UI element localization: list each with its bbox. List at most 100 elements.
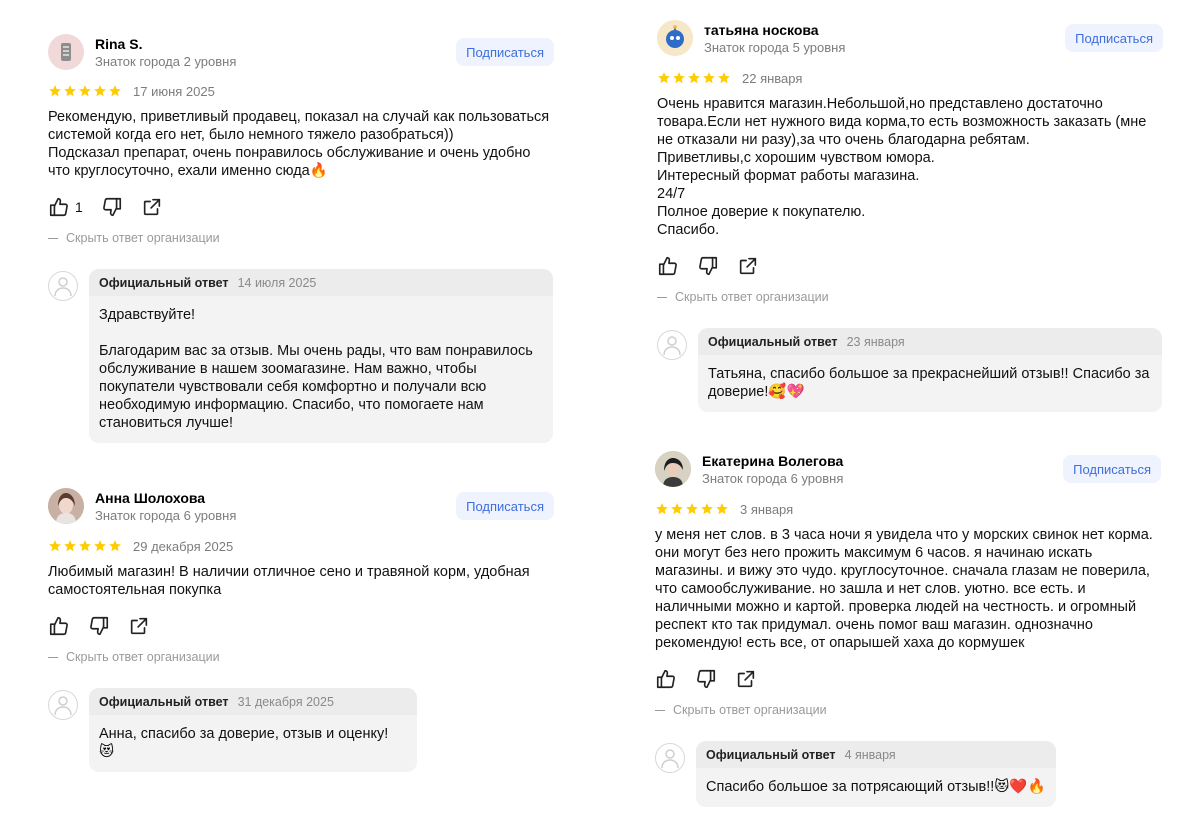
star-icon: [673, 72, 685, 84]
review-date: 22 января: [742, 70, 803, 86]
thumbs-down-icon: [102, 197, 121, 217]
review-date: 17 июня 2025: [133, 83, 215, 99]
official-reply-label: Официальный ответ: [706, 748, 836, 762]
star-icon: [716, 503, 728, 515]
dislike-button[interactable]: [695, 668, 717, 690]
rating-stars: [48, 539, 122, 553]
dislike-button[interactable]: [101, 196, 123, 218]
review-text: Очень нравится магазин.Небольшой,но пред…: [657, 96, 1147, 238]
share-button[interactable]: [141, 196, 163, 218]
like-button[interactable]: [657, 255, 679, 277]
official-reply-label: Официальный ответ: [99, 276, 229, 290]
share-button[interactable]: [735, 668, 757, 690]
star-icon: [703, 72, 715, 84]
review-date: 29 декабря 2025: [133, 538, 234, 554]
thumbs-up-icon: [658, 256, 677, 276]
hide-reply-link[interactable]: Скрыть ответ организации: [655, 703, 1161, 717]
share-icon: [130, 617, 148, 635]
thumbs-down-icon: [90, 616, 109, 636]
star-icon: [718, 72, 730, 84]
thumbs-down-icon: [697, 669, 716, 689]
author-name[interactable]: Анна Шолохова: [95, 489, 456, 507]
like-count: 1: [75, 199, 83, 215]
like-button[interactable]: [48, 615, 70, 637]
review-card: Rina S. Знаток города 2 уровня Подписать…: [48, 34, 554, 443]
star-icon: [49, 540, 61, 552]
avatar[interactable]: [48, 488, 84, 524]
thumbs-up-icon: [49, 616, 68, 636]
star-icon: [64, 85, 76, 97]
star-icon: [688, 72, 700, 84]
reply-date: 31 декабря 2025: [237, 695, 334, 709]
share-icon: [737, 670, 755, 688]
hide-reply-link[interactable]: Скрыть ответ организации: [48, 650, 554, 664]
star-icon: [79, 540, 91, 552]
author-level: Знаток города 6 уровня: [95, 507, 237, 523]
review-header: татьяна носкова Знаток города 5 уровня П…: [657, 20, 1163, 56]
star-icon: [701, 503, 713, 515]
review-text: Рекомендую, приветливый продавец, показа…: [48, 109, 550, 179]
reply-text: Анна, спасибо за доверие, отзыв и оценку…: [89, 715, 417, 772]
organization-avatar: [657, 330, 687, 360]
star-icon: [94, 540, 106, 552]
star-icon: [671, 503, 683, 515]
author-name[interactable]: Rina S.: [95, 35, 456, 53]
rating-stars: [48, 84, 122, 98]
review-card: Екатерина Волегова Знаток города 6 уровн…: [655, 451, 1161, 807]
star-icon: [658, 72, 670, 84]
official-reply: Официальный ответ 31 декабря 2025 Анна, с…: [48, 688, 554, 772]
reply-date: 23 января: [846, 335, 905, 349]
review-header: Анна Шолохова Знаток города 6 уровня Под…: [48, 488, 554, 524]
star-icon: [109, 540, 121, 552]
author-level: Знаток города 6 уровня: [702, 470, 844, 486]
organization-avatar: [48, 690, 78, 720]
review-text: у меня нет слов. в 3 часа ночи я увидела…: [655, 527, 1153, 651]
subscribe-button[interactable]: Подписаться: [456, 38, 554, 66]
avatar[interactable]: [48, 34, 84, 70]
like-button[interactable]: 1: [48, 196, 83, 218]
official-reply: Официальный ответ 14 июля 2025 Здравствуй…: [48, 269, 554, 443]
author-name[interactable]: татьяна носкова: [704, 21, 1065, 39]
official-reply: Официальный ответ 4 января Спасибо большо…: [655, 741, 1161, 807]
review-header: Rina S. Знаток города 2 уровня Подписать…: [48, 34, 554, 70]
review-card: Анна Шолохова Знаток города 6 уровня Под…: [48, 488, 554, 772]
share-icon: [143, 198, 160, 216]
author-level: Знаток города 2 уровня: [95, 53, 237, 69]
share-icon: [739, 257, 757, 275]
reply-text: Татьяна, спасибо большое за прекраснейши…: [698, 355, 1162, 412]
avatar[interactable]: [655, 451, 691, 487]
avatar[interactable]: [657, 20, 693, 56]
star-icon: [94, 85, 106, 97]
subscribe-button[interactable]: Подписаться: [1065, 24, 1163, 52]
star-icon: [656, 503, 668, 515]
reply-text: Спасибо большое за потрясающий отзыв!!😻❤…: [696, 768, 1056, 807]
official-reply: Официальный ответ 23 января Татьяна, спас…: [657, 328, 1163, 412]
share-button[interactable]: [128, 615, 150, 637]
author-name[interactable]: Екатерина Волегова: [702, 452, 1063, 470]
thumbs-up-icon: [49, 197, 68, 217]
rating-stars: [657, 71, 731, 85]
subscribe-button[interactable]: Подписаться: [1063, 455, 1161, 483]
review-header: Екатерина Волегова Знаток города 6 уровн…: [655, 451, 1161, 487]
star-icon: [79, 85, 91, 97]
dislike-button[interactable]: [88, 615, 110, 637]
review-card: татьяна носкова Знаток города 5 уровня П…: [657, 20, 1163, 412]
organization-avatar: [48, 271, 78, 301]
review-text: Любимый магазин! В наличии отличное сено…: [48, 564, 530, 598]
star-icon: [64, 540, 76, 552]
rating-stars: [655, 502, 729, 516]
reply-text: Здравствуйте! Благодарим вас за отзыв. М…: [89, 296, 553, 443]
reply-date: 14 июля 2025: [237, 276, 317, 290]
star-icon: [109, 85, 121, 97]
hide-reply-link[interactable]: Скрыть ответ организации: [657, 290, 1163, 304]
organization-avatar: [655, 743, 685, 773]
review-date: 3 января: [740, 501, 794, 517]
dislike-button[interactable]: [697, 255, 719, 277]
like-button[interactable]: [655, 668, 677, 690]
share-button[interactable]: [737, 255, 759, 277]
author-level: Знаток города 5 уровня: [704, 39, 846, 55]
thumbs-up-icon: [656, 669, 675, 689]
reply-date: 4 января: [844, 748, 896, 762]
subscribe-button[interactable]: Подписаться: [456, 492, 554, 520]
hide-reply-link[interactable]: Скрыть ответ организации: [48, 231, 554, 245]
